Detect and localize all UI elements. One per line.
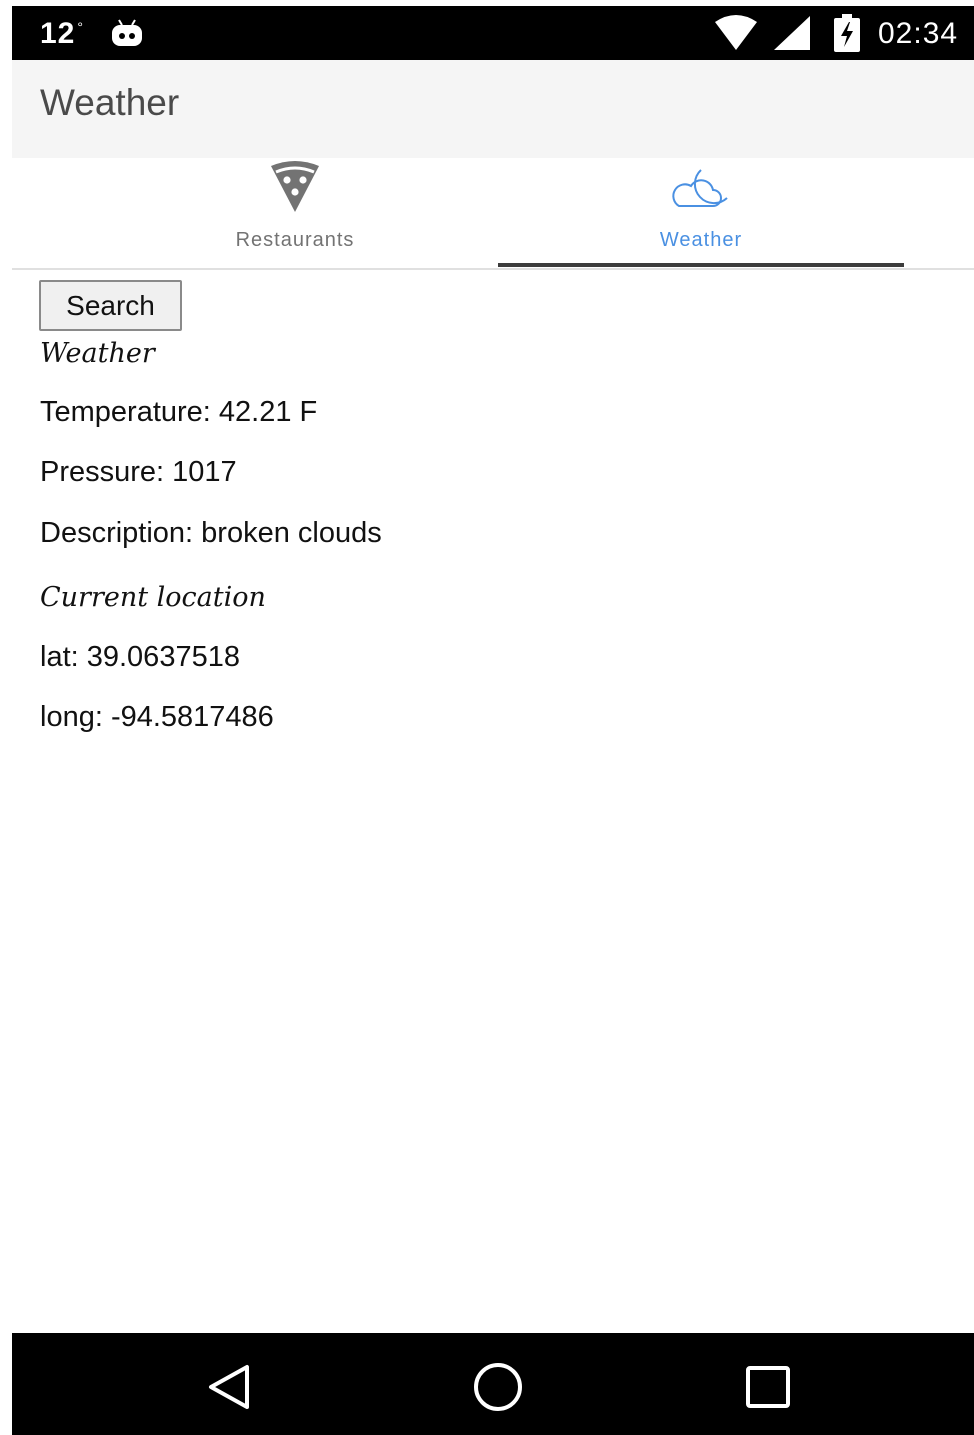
tab-selection-indicator (498, 263, 904, 267)
tab-restaurants[interactable]: Restaurants (92, 158, 498, 268)
android-icon (112, 19, 142, 46)
description-text: Description: broken clouds (40, 517, 382, 549)
tab-weather[interactable]: Weather (498, 158, 904, 268)
longitude-text: long: -94.5817486 (40, 701, 274, 733)
home-icon[interactable] (468, 1359, 528, 1415)
cloud-moon-icon (672, 169, 728, 207)
back-icon[interactable] (199, 1359, 259, 1415)
battery-charging-icon (834, 14, 860, 52)
status-clock: 02:34 (878, 17, 959, 50)
pizza-icon (271, 161, 319, 212)
status-temperature: 12 ° (40, 17, 84, 51)
tab-weather-label: Weather (659, 229, 743, 251)
cell-signal-icon (774, 16, 810, 50)
tab-restaurants-label: Restaurants (235, 229, 355, 251)
status-temperature-value: 12 (40, 17, 76, 50)
phone-screen: 12 ° 02:34 Weather Restaurants Weather S… (12, 6, 974, 1435)
recents-icon[interactable] (739, 1359, 799, 1415)
temperature-text: Temperature: 42.21 F (40, 396, 318, 428)
pressure-text: Pressure: 1017 (40, 456, 237, 488)
latitude-text: lat: 39.0637518 (40, 641, 240, 673)
degree-symbol: ° (77, 19, 84, 35)
search-button[interactable]: Search (39, 280, 182, 331)
app-bar: Weather (12, 60, 974, 158)
wifi-icon (715, 15, 757, 50)
status-bar: 12 ° 02:34 (12, 6, 974, 60)
tab-bar: Restaurants Weather (12, 158, 974, 270)
navigation-bar (12, 1333, 974, 1435)
weather-heading: Weather (40, 338, 155, 369)
current-location-heading: Current location (40, 582, 266, 613)
page-title: Weather (40, 82, 180, 123)
